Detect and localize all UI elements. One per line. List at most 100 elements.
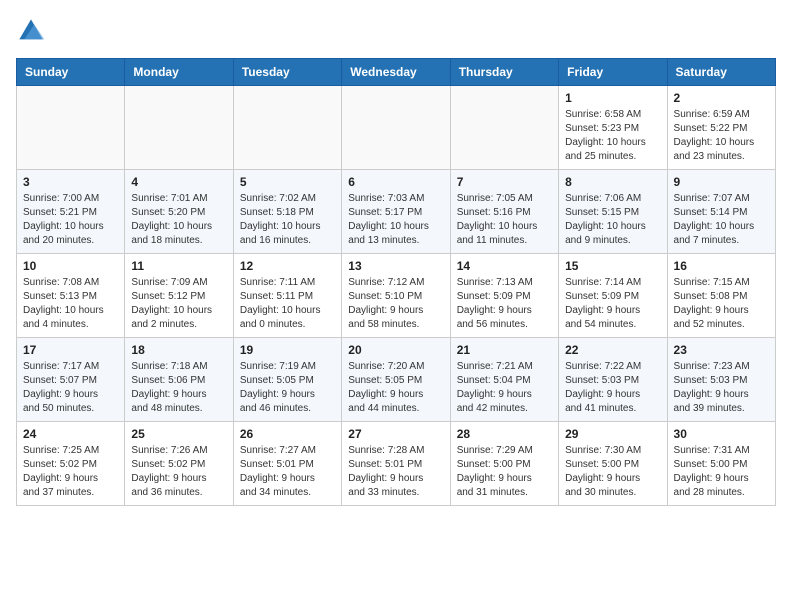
day-number: 20 <box>348 343 443 357</box>
calendar-cell: 16 Sunrise: 7:15 AM Sunset: 5:08 PM Dayli… <box>667 254 775 338</box>
calendar-cell: 11 Sunrise: 7:09 AM Sunset: 5:12 PM Dayli… <box>125 254 233 338</box>
day-number: 3 <box>23 175 118 189</box>
day-info: Sunrise: 7:26 AM Sunset: 5:02 PM Dayligh… <box>131 444 226 500</box>
day-info: Sunrise: 7:14 AM Sunset: 5:09 PM Dayligh… <box>565 276 660 332</box>
calendar-cell: 24 Sunrise: 7:25 AM Sunset: 5:02 PM Dayli… <box>17 422 125 506</box>
day-number: 6 <box>348 175 443 189</box>
day-info: Sunrise: 7:07 AM Sunset: 5:14 PM Dayligh… <box>674 192 769 248</box>
calendar-cell: 4Sunrise: 7:01 AM Sunset: 5:20 PM Daylig… <box>125 170 233 254</box>
calendar-cell: 20 Sunrise: 7:20 AM Sunset: 5:05 PM Dayli… <box>342 338 450 422</box>
day-number: 14 <box>457 259 552 273</box>
day-info: Sunrise: 7:15 AM Sunset: 5:08 PM Dayligh… <box>674 276 769 332</box>
day-info: Sunrise: 7:00 AM Sunset: 5:21 PM Dayligh… <box>23 192 118 248</box>
day-number: 2 <box>674 91 769 105</box>
day-info: Sunrise: 7:21 AM Sunset: 5:04 PM Dayligh… <box>457 360 552 416</box>
day-number: 15 <box>565 259 660 273</box>
calendar-cell: 30Sunrise: 7:31 AM Sunset: 5:00 PM Dayli… <box>667 422 775 506</box>
day-info: Sunrise: 6:58 AM Sunset: 5:23 PM Dayligh… <box>565 108 660 164</box>
calendar-cell: 6 Sunrise: 7:03 AM Sunset: 5:17 PM Daylig… <box>342 170 450 254</box>
day-number: 23 <box>674 343 769 357</box>
day-info: Sunrise: 7:08 AM Sunset: 5:13 PM Dayligh… <box>23 276 118 332</box>
calendar-cell: 9 Sunrise: 7:07 AM Sunset: 5:14 PM Daylig… <box>667 170 775 254</box>
calendar-cell: 22 Sunrise: 7:22 AM Sunset: 5:03 PM Dayli… <box>559 338 667 422</box>
day-number: 5 <box>240 175 335 189</box>
day-info: Sunrise: 7:19 AM Sunset: 5:05 PM Dayligh… <box>240 360 335 416</box>
day-info: Sunrise: 7:09 AM Sunset: 5:12 PM Dayligh… <box>131 276 226 332</box>
calendar-cell: 23Sunrise: 7:23 AM Sunset: 5:03 PM Dayli… <box>667 338 775 422</box>
calendar-table: SundayMondayTuesdayWednesdayThursdayFrid… <box>16 58 776 506</box>
calendar-cell: 3 Sunrise: 7:00 AM Sunset: 5:21 PM Daylig… <box>17 170 125 254</box>
calendar-cell <box>125 86 233 170</box>
calendar-cell: 25 Sunrise: 7:26 AM Sunset: 5:02 PM Dayli… <box>125 422 233 506</box>
day-info: Sunrise: 7:22 AM Sunset: 5:03 PM Dayligh… <box>565 360 660 416</box>
day-number: 18 <box>131 343 226 357</box>
day-info: Sunrise: 7:06 AM Sunset: 5:15 PM Dayligh… <box>565 192 660 248</box>
day-info: Sunrise: 7:20 AM Sunset: 5:05 PM Dayligh… <box>348 360 443 416</box>
calendar-week-row: 24 Sunrise: 7:25 AM Sunset: 5:02 PM Dayli… <box>17 422 776 506</box>
day-info: Sunrise: 7:02 AM Sunset: 5:18 PM Dayligh… <box>240 192 335 248</box>
day-info: Sunrise: 7:25 AM Sunset: 5:02 PM Dayligh… <box>23 444 118 500</box>
calendar-cell: 18 Sunrise: 7:18 AM Sunset: 5:06 PM Dayli… <box>125 338 233 422</box>
calendar-cell: 2 Sunrise: 6:59 AM Sunset: 5:22 PM Daylig… <box>667 86 775 170</box>
calendar-cell: 12Sunrise: 7:11 AM Sunset: 5:11 PM Dayli… <box>233 254 341 338</box>
day-number: 11 <box>131 259 226 273</box>
calendar-cell: 8 Sunrise: 7:06 AM Sunset: 5:15 PM Daylig… <box>559 170 667 254</box>
calendar-week-row: 1 Sunrise: 6:58 AM Sunset: 5:23 PM Daylig… <box>17 86 776 170</box>
weekday-header: Monday <box>125 59 233 86</box>
calendar-cell: 21 Sunrise: 7:21 AM Sunset: 5:04 PM Dayli… <box>450 338 558 422</box>
calendar-cell: 1 Sunrise: 6:58 AM Sunset: 5:23 PM Daylig… <box>559 86 667 170</box>
day-number: 10 <box>23 259 118 273</box>
day-info: Sunrise: 7:05 AM Sunset: 5:16 PM Dayligh… <box>457 192 552 248</box>
calendar-cell: 15 Sunrise: 7:14 AM Sunset: 5:09 PM Dayli… <box>559 254 667 338</box>
calendar-cell: 26 Sunrise: 7:27 AM Sunset: 5:01 PM Dayli… <box>233 422 341 506</box>
day-number: 9 <box>674 175 769 189</box>
calendar-cell: 17Sunrise: 7:17 AM Sunset: 5:07 PM Dayli… <box>17 338 125 422</box>
day-number: 24 <box>23 427 118 441</box>
day-info: Sunrise: 7:18 AM Sunset: 5:06 PM Dayligh… <box>131 360 226 416</box>
calendar-cell <box>233 86 341 170</box>
day-info: Sunrise: 7:12 AM Sunset: 5:10 PM Dayligh… <box>348 276 443 332</box>
weekday-header: Wednesday <box>342 59 450 86</box>
calendar-cell: 5 Sunrise: 7:02 AM Sunset: 5:18 PM Daylig… <box>233 170 341 254</box>
day-number: 29 <box>565 427 660 441</box>
logo-icon <box>16 16 46 46</box>
calendar-cell: 14 Sunrise: 7:13 AM Sunset: 5:09 PM Dayli… <box>450 254 558 338</box>
calendar-week-row: 17Sunrise: 7:17 AM Sunset: 5:07 PM Dayli… <box>17 338 776 422</box>
day-info: Sunrise: 7:03 AM Sunset: 5:17 PM Dayligh… <box>348 192 443 248</box>
day-number: 22 <box>565 343 660 357</box>
calendar-cell <box>17 86 125 170</box>
day-number: 25 <box>131 427 226 441</box>
day-info: Sunrise: 6:59 AM Sunset: 5:22 PM Dayligh… <box>674 108 769 164</box>
day-number: 16 <box>674 259 769 273</box>
day-number: 27 <box>348 427 443 441</box>
calendar-cell: 28Sunrise: 7:29 AM Sunset: 5:00 PM Dayli… <box>450 422 558 506</box>
calendar-header-row: SundayMondayTuesdayWednesdayThursdayFrid… <box>17 59 776 86</box>
logo <box>16 16 50 46</box>
calendar-cell <box>342 86 450 170</box>
calendar-cell: 19Sunrise: 7:19 AM Sunset: 5:05 PM Dayli… <box>233 338 341 422</box>
calendar-week-row: 3 Sunrise: 7:00 AM Sunset: 5:21 PM Daylig… <box>17 170 776 254</box>
calendar-cell <box>450 86 558 170</box>
day-number: 21 <box>457 343 552 357</box>
weekday-header: Thursday <box>450 59 558 86</box>
calendar-cell: 27 Sunrise: 7:28 AM Sunset: 5:01 PM Dayli… <box>342 422 450 506</box>
day-number: 13 <box>348 259 443 273</box>
day-info: Sunrise: 7:17 AM Sunset: 5:07 PM Dayligh… <box>23 360 118 416</box>
weekday-header: Friday <box>559 59 667 86</box>
day-number: 1 <box>565 91 660 105</box>
weekday-header: Sunday <box>17 59 125 86</box>
day-info: Sunrise: 7:31 AM Sunset: 5:00 PM Dayligh… <box>674 444 769 500</box>
day-number: 4 <box>131 175 226 189</box>
day-info: Sunrise: 7:30 AM Sunset: 5:00 PM Dayligh… <box>565 444 660 500</box>
day-number: 26 <box>240 427 335 441</box>
calendar-cell: 10 Sunrise: 7:08 AM Sunset: 5:13 PM Dayli… <box>17 254 125 338</box>
calendar-cell: 13 Sunrise: 7:12 AM Sunset: 5:10 PM Dayli… <box>342 254 450 338</box>
day-info: Sunrise: 7:27 AM Sunset: 5:01 PM Dayligh… <box>240 444 335 500</box>
calendar-cell: 7Sunrise: 7:05 AM Sunset: 5:16 PM Daylig… <box>450 170 558 254</box>
day-info: Sunrise: 7:28 AM Sunset: 5:01 PM Dayligh… <box>348 444 443 500</box>
weekday-header: Saturday <box>667 59 775 86</box>
day-number: 28 <box>457 427 552 441</box>
page-header <box>16 16 776 46</box>
day-info: Sunrise: 7:13 AM Sunset: 5:09 PM Dayligh… <box>457 276 552 332</box>
day-number: 8 <box>565 175 660 189</box>
